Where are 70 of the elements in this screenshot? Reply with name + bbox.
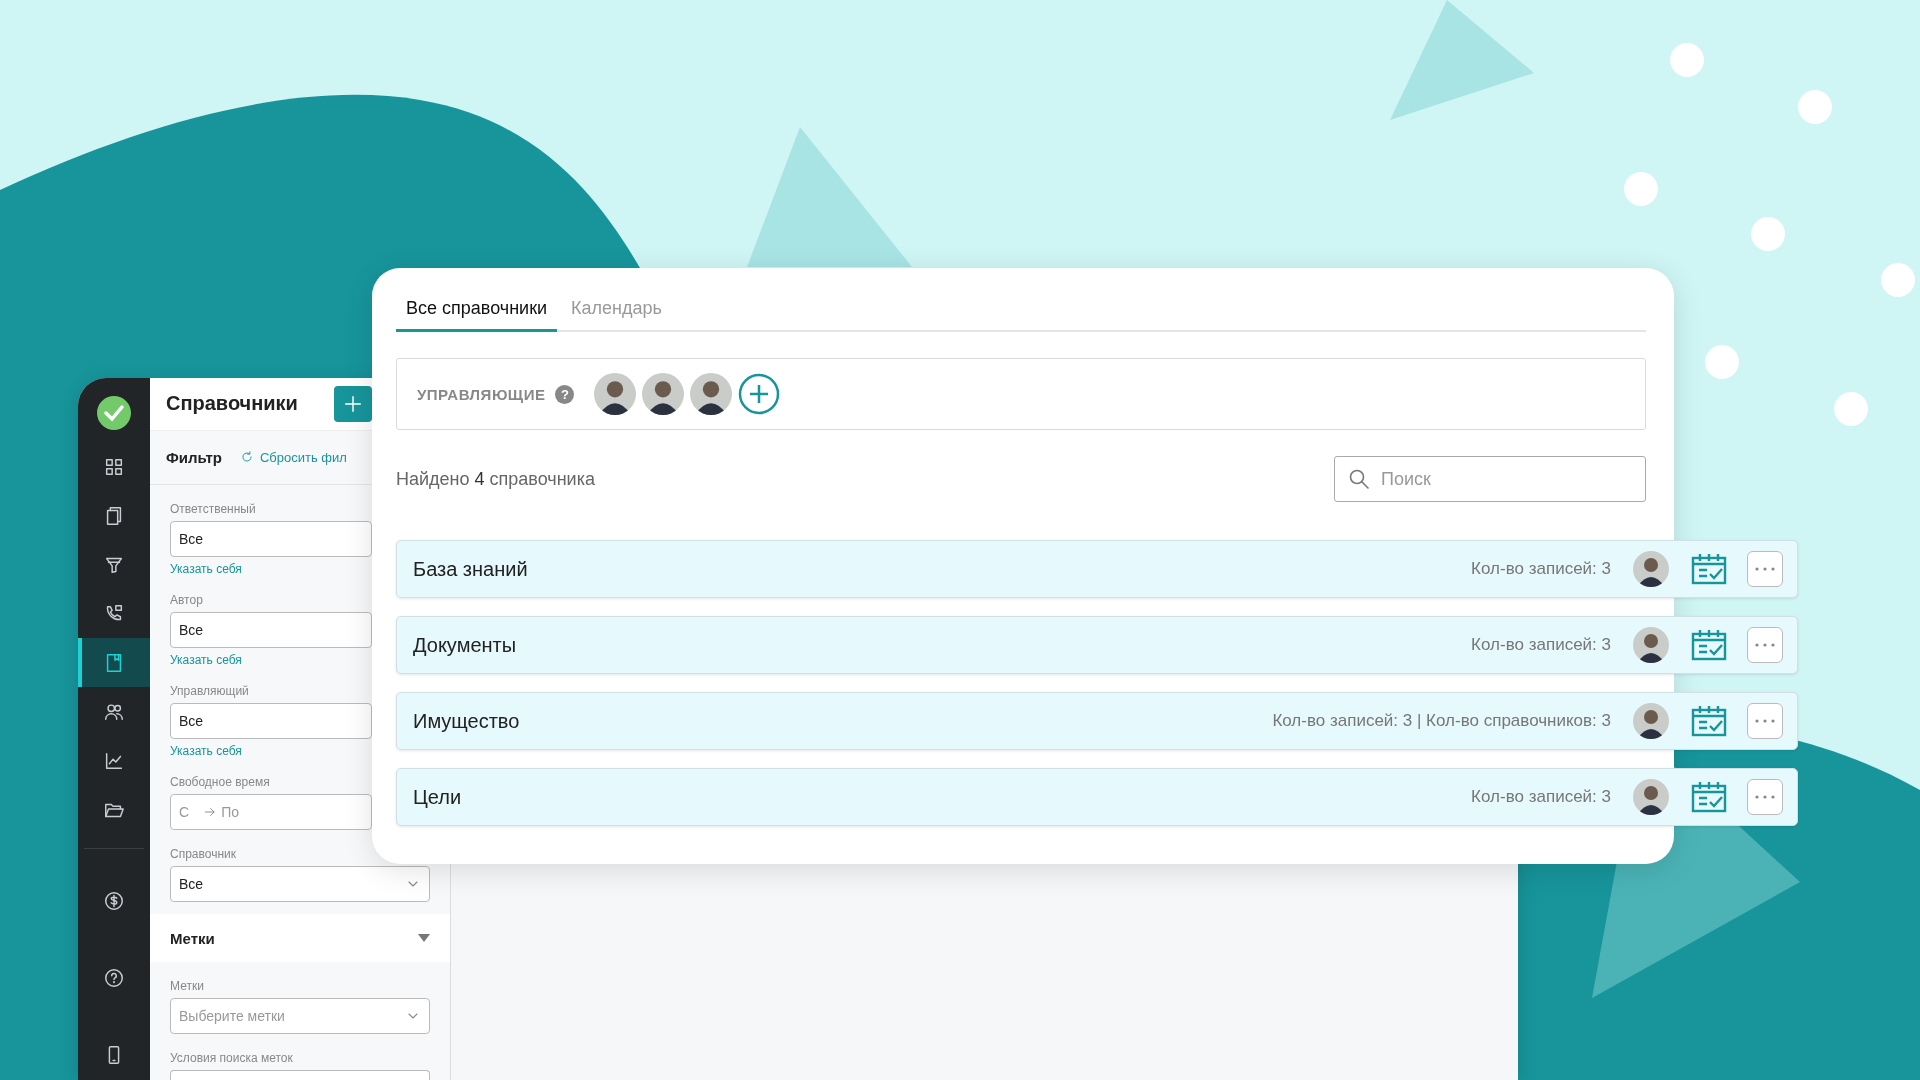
dot-decoration [1881,263,1915,297]
directory-name: Имущество [413,709,521,733]
field-label: Метки [170,979,204,993]
calendar-check-icon[interactable] [1691,781,1727,813]
dollar-icon [103,890,125,913]
directory-row[interactable]: База знаний Кол-во записей: 3 [396,540,1798,598]
search-field[interactable]: Поиск [1334,456,1646,502]
calendar-check-icon[interactable] [1691,629,1727,661]
avatar-icon [1633,551,1669,587]
assign-self-link[interactable]: Указать себя [170,744,242,758]
ellipsis-icon [1755,795,1775,799]
search-icon [1347,467,1371,491]
field-label: Ответственный [170,502,256,516]
dot-decoration [1798,90,1832,124]
dot-decoration [1834,392,1868,426]
assign-self-link[interactable]: Указать себя [170,653,242,667]
dropdown-field[interactable]: Все [170,866,430,902]
select-field[interactable]: Все [170,521,372,557]
record-count: Кол-во записей: 3 | Кол-во справочников: 3 [1272,711,1611,731]
dot-decoration [1670,43,1704,77]
select-field[interactable]: Все [170,703,372,739]
record-count: Кол-во записей: 3 [1471,559,1611,579]
record-count: Кол-во записей: 3 [1471,787,1611,807]
calendar-check-icon[interactable] [1691,705,1727,737]
directory-row[interactable]: Имущество Кол-во записей: 3 | Кол-во справочников: 3 [396,692,1798,750]
refresh-icon [239,450,254,465]
reset-filter-link[interactable]: Сбросить фил [239,449,347,465]
tab[interactable]: Все справочники [396,290,558,332]
select-field[interactable]: Все [170,612,372,648]
field-label: Условия поиска меток [170,1051,293,1065]
avatar-icon [1633,779,1669,815]
help-icon [103,967,125,990]
avatar-icon [1633,627,1669,663]
directory-row[interactable]: Документы Кол-во записей: 3 [396,616,1798,674]
field-label: Справочник [170,847,236,861]
sidebar-item[interactable] [78,638,150,687]
logo-icon[interactable] [97,396,131,430]
directory-name: База знаний [413,557,529,581]
field-label: Автор [170,593,203,607]
assign-self-link[interactable]: Указать себя [170,562,242,576]
ellipsis-icon [1755,719,1775,723]
field-label: Управляющий [170,684,249,698]
panel-title: Справочники [166,392,298,416]
tags-section-header[interactable]: Метки [150,914,450,962]
dot-decoration [1624,172,1658,206]
ellipsis-icon [1755,567,1775,571]
dropdown-field[interactable] [170,1070,430,1080]
add-manager-icon[interactable] [738,373,781,415]
section-title: Метки [170,929,215,947]
avatar-icon [1633,703,1669,739]
filter-label: Фильтр [166,448,222,466]
managers-label: УПРАВЛЯЮЩИЕ [417,385,546,403]
from-placeholder: С [179,804,190,820]
directory-name: Документы [413,633,518,657]
found-count-text: Найдено 4 справочника [396,468,595,490]
help-icon[interactable]: ? [555,384,575,404]
record-count: Кол-во записей: 3 [1471,635,1611,655]
avatar-icon [642,373,685,415]
arrow-icon [203,805,218,819]
directory-row[interactable]: Цели Кол-во записей: 3 [396,768,1798,826]
dot-decoration [1751,217,1785,251]
ellipsis-icon [1755,643,1775,647]
field-label: Свободное время [170,775,270,789]
avatar-icon [594,373,637,415]
directory-name: Цели [413,785,463,809]
avatar-icon [690,373,733,415]
calendar-check-icon[interactable] [1691,553,1727,585]
add-button[interactable] [334,385,372,422]
dot-decoration [1705,345,1739,379]
to-placeholder: По [221,804,239,820]
